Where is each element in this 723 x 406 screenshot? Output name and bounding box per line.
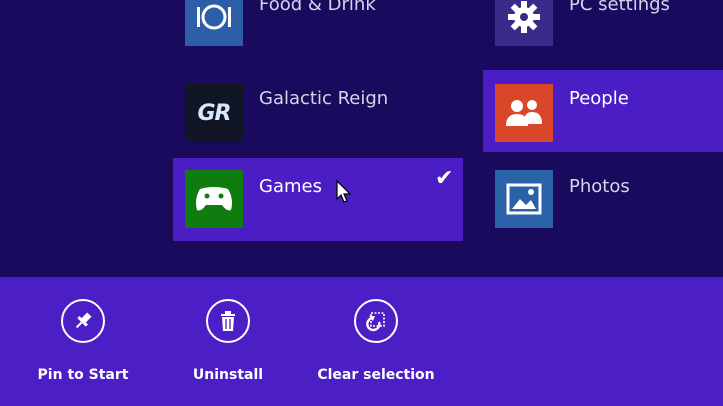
uninstall-label: Uninstall [192, 367, 264, 383]
app-label: PC settings [569, 0, 670, 15]
clear-selection-label: Clear selection [317, 367, 435, 383]
pin-to-start-button[interactable]: Pin to Start [13, 299, 153, 383]
app-label: Photos [569, 176, 630, 197]
app-label: Food & Drink [259, 0, 376, 15]
checkmark-icon: ✔ [435, 166, 454, 191]
apps-grid: Food & Drink PC settings GR Galactic Rei… [0, 0, 723, 277]
app-tile-pc-settings[interactable]: PC settings [483, 0, 723, 52]
clear-selection-icon [354, 299, 398, 343]
mouse-cursor-icon [336, 180, 352, 203]
app-tile-galactic-reign[interactable]: GR Galactic Reign [173, 72, 463, 154]
trash-icon [206, 299, 250, 343]
app-label: Galactic Reign [259, 88, 389, 109]
clear-selection-button[interactable]: Clear selection [306, 299, 446, 383]
pin-icon [61, 299, 105, 343]
app-bar: Pin to Start Uninstall Clear selection [0, 277, 723, 406]
gear-icon [495, 0, 553, 46]
people-icon [495, 84, 553, 142]
photos-icon [495, 170, 553, 228]
app-tile-games[interactable]: Games ✔ [173, 158, 463, 241]
app-tile-food-drink[interactable]: Food & Drink [173, 0, 463, 52]
galactic-reign-logo-text: GR [197, 100, 232, 126]
xbox-controller-icon [185, 170, 243, 228]
app-label: People [569, 88, 629, 109]
galactic-reign-logo-icon: GR [185, 84, 243, 142]
app-tile-photos[interactable]: Photos [483, 158, 723, 240]
uninstall-button[interactable]: Uninstall [158, 299, 298, 383]
app-label: Games [259, 176, 322, 197]
pin-to-start-label: Pin to Start [37, 367, 129, 383]
app-tile-people[interactable]: People [483, 70, 723, 152]
food-drink-icon [185, 0, 243, 46]
